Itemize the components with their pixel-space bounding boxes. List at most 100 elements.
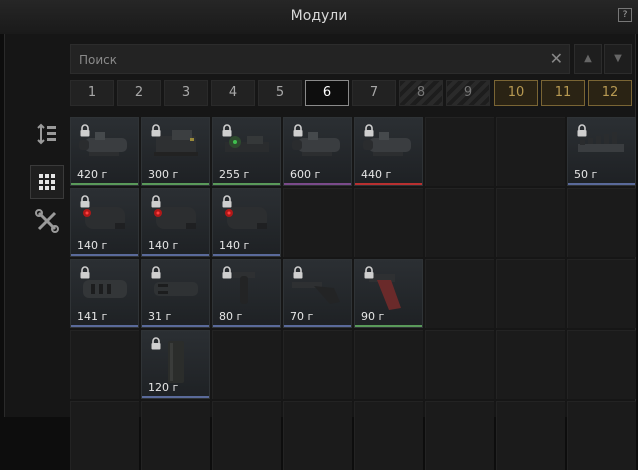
- page-tab-4[interactable]: 4: [211, 80, 255, 106]
- empty-slot[interactable]: [283, 188, 352, 257]
- module-slot-scope-3[interactable]: 440 г: [354, 117, 423, 186]
- module-weight: 90 г: [361, 310, 385, 323]
- search-input[interactable]: [77, 45, 541, 75]
- lock-icon: [151, 195, 161, 208]
- sort-button[interactable]: [30, 117, 64, 151]
- help-button[interactable]: ?: [618, 8, 632, 22]
- grid-view-icon: [39, 174, 55, 190]
- module-slot-holosight[interactable]: 300 г: [141, 117, 210, 186]
- rarity-line: [213, 254, 280, 256]
- module-slot-scope-1[interactable]: 420 г: [70, 117, 139, 186]
- module-slot-muzzle-2[interactable]: 31 г: [141, 259, 210, 328]
- page-tab-2[interactable]: 2: [117, 80, 161, 106]
- module-weight: 140 г: [219, 239, 250, 252]
- page-tab-7[interactable]: 7: [352, 80, 396, 106]
- sort-icon: [37, 123, 56, 145]
- page-tab-3[interactable]: 3: [164, 80, 208, 106]
- scroll-up-button[interactable]: ▲: [574, 44, 602, 74]
- module-weight: 141 г: [77, 310, 108, 323]
- module-weight: 440 г: [361, 168, 392, 181]
- lock-icon: [151, 266, 161, 279]
- empty-slot[interactable]: [354, 188, 423, 257]
- empty-slot[interactable]: [496, 330, 565, 399]
- rarity-line: [568, 183, 635, 185]
- page-tab-10[interactable]: 10: [494, 80, 538, 106]
- search-bar: ✕: [70, 44, 570, 75]
- empty-slot[interactable]: [354, 401, 423, 470]
- empty-slot[interactable]: [496, 401, 565, 470]
- module-slot-grip-1[interactable]: 80 г: [212, 259, 281, 328]
- empty-slot[interactable]: [567, 401, 636, 470]
- page-tab-11[interactable]: 11: [541, 80, 585, 106]
- module-slot-reflex-sight[interactable]: 255 г: [212, 117, 281, 186]
- empty-slot[interactable]: [70, 401, 139, 470]
- lock-icon: [222, 124, 232, 137]
- module-weight: 420 г: [77, 168, 108, 181]
- lock-icon: [222, 266, 232, 279]
- page-tab-6[interactable]: 6: [305, 80, 349, 106]
- rarity-line: [213, 183, 280, 185]
- empty-slot[interactable]: [567, 259, 636, 328]
- lock-icon: [293, 266, 303, 279]
- page-tab-9[interactable]: 9: [446, 80, 490, 106]
- rarity-line: [71, 325, 138, 327]
- module-slot-rail[interactable]: 50 г: [567, 117, 636, 186]
- empty-slot[interactable]: [496, 117, 565, 186]
- grid-view-button[interactable]: [30, 165, 64, 199]
- tools-button[interactable]: [30, 204, 64, 238]
- module-slot-laser-1[interactable]: 140 г: [70, 188, 139, 257]
- rarity-line: [142, 254, 209, 256]
- module-slot-laser-3[interactable]: 140 г: [212, 188, 281, 257]
- empty-slot[interactable]: [567, 188, 636, 257]
- empty-slot[interactable]: [425, 259, 494, 328]
- module-weight: 70 г: [290, 310, 314, 323]
- page-tab-1[interactable]: 1: [70, 80, 114, 106]
- rarity-line: [213, 325, 280, 327]
- empty-slot[interactable]: [425, 117, 494, 186]
- window-title: Модули: [290, 8, 348, 24]
- empty-slot[interactable]: [496, 188, 565, 257]
- empty-slot[interactable]: [425, 330, 494, 399]
- empty-slot[interactable]: [70, 330, 139, 399]
- module-slot-scope-2[interactable]: 600 г: [283, 117, 352, 186]
- rarity-line: [71, 183, 138, 185]
- empty-slot[interactable]: [354, 330, 423, 399]
- rarity-line: [142, 183, 209, 185]
- empty-slot[interactable]: [425, 188, 494, 257]
- title-bar: Модули ?: [0, 0, 638, 34]
- lock-icon: [577, 124, 587, 137]
- rarity-line: [284, 183, 351, 185]
- lock-icon: [80, 124, 90, 137]
- empty-slot[interactable]: [141, 401, 210, 470]
- empty-slot[interactable]: [283, 401, 352, 470]
- empty-slot[interactable]: [496, 259, 565, 328]
- lock-icon: [151, 337, 161, 350]
- tools-icon: [35, 209, 59, 233]
- page-tab-8[interactable]: 8: [399, 80, 443, 106]
- lock-icon: [80, 266, 90, 279]
- rarity-line: [142, 396, 209, 398]
- module-weight: 300 г: [148, 168, 179, 181]
- empty-slot[interactable]: [212, 330, 281, 399]
- module-weight: 140 г: [77, 239, 108, 252]
- empty-slot[interactable]: [212, 401, 281, 470]
- page-tab-12[interactable]: 12: [588, 80, 632, 106]
- module-slot-laser-2[interactable]: 140 г: [141, 188, 210, 257]
- rarity-line: [355, 325, 422, 327]
- module-weight: 255 г: [219, 168, 250, 181]
- empty-slot[interactable]: [283, 330, 352, 399]
- lock-icon: [364, 266, 374, 279]
- module-weight: 31 г: [148, 310, 172, 323]
- module-slot-grip-2[interactable]: 70 г: [283, 259, 352, 328]
- module-slot-grip-3[interactable]: 90 г: [354, 259, 423, 328]
- module-slot-muzzle-1[interactable]: 141 г: [70, 259, 139, 328]
- empty-slot[interactable]: [567, 330, 636, 399]
- module-slot-magazine[interactable]: 120 г: [141, 330, 210, 399]
- page-tab-5[interactable]: 5: [258, 80, 302, 106]
- module-weight: 600 г: [290, 168, 321, 181]
- clear-search-icon[interactable]: ✕: [550, 50, 563, 68]
- scroll-down-button[interactable]: ▼: [604, 44, 632, 74]
- empty-slot[interactable]: [425, 401, 494, 470]
- lock-icon: [80, 195, 90, 208]
- rarity-line: [71, 254, 138, 256]
